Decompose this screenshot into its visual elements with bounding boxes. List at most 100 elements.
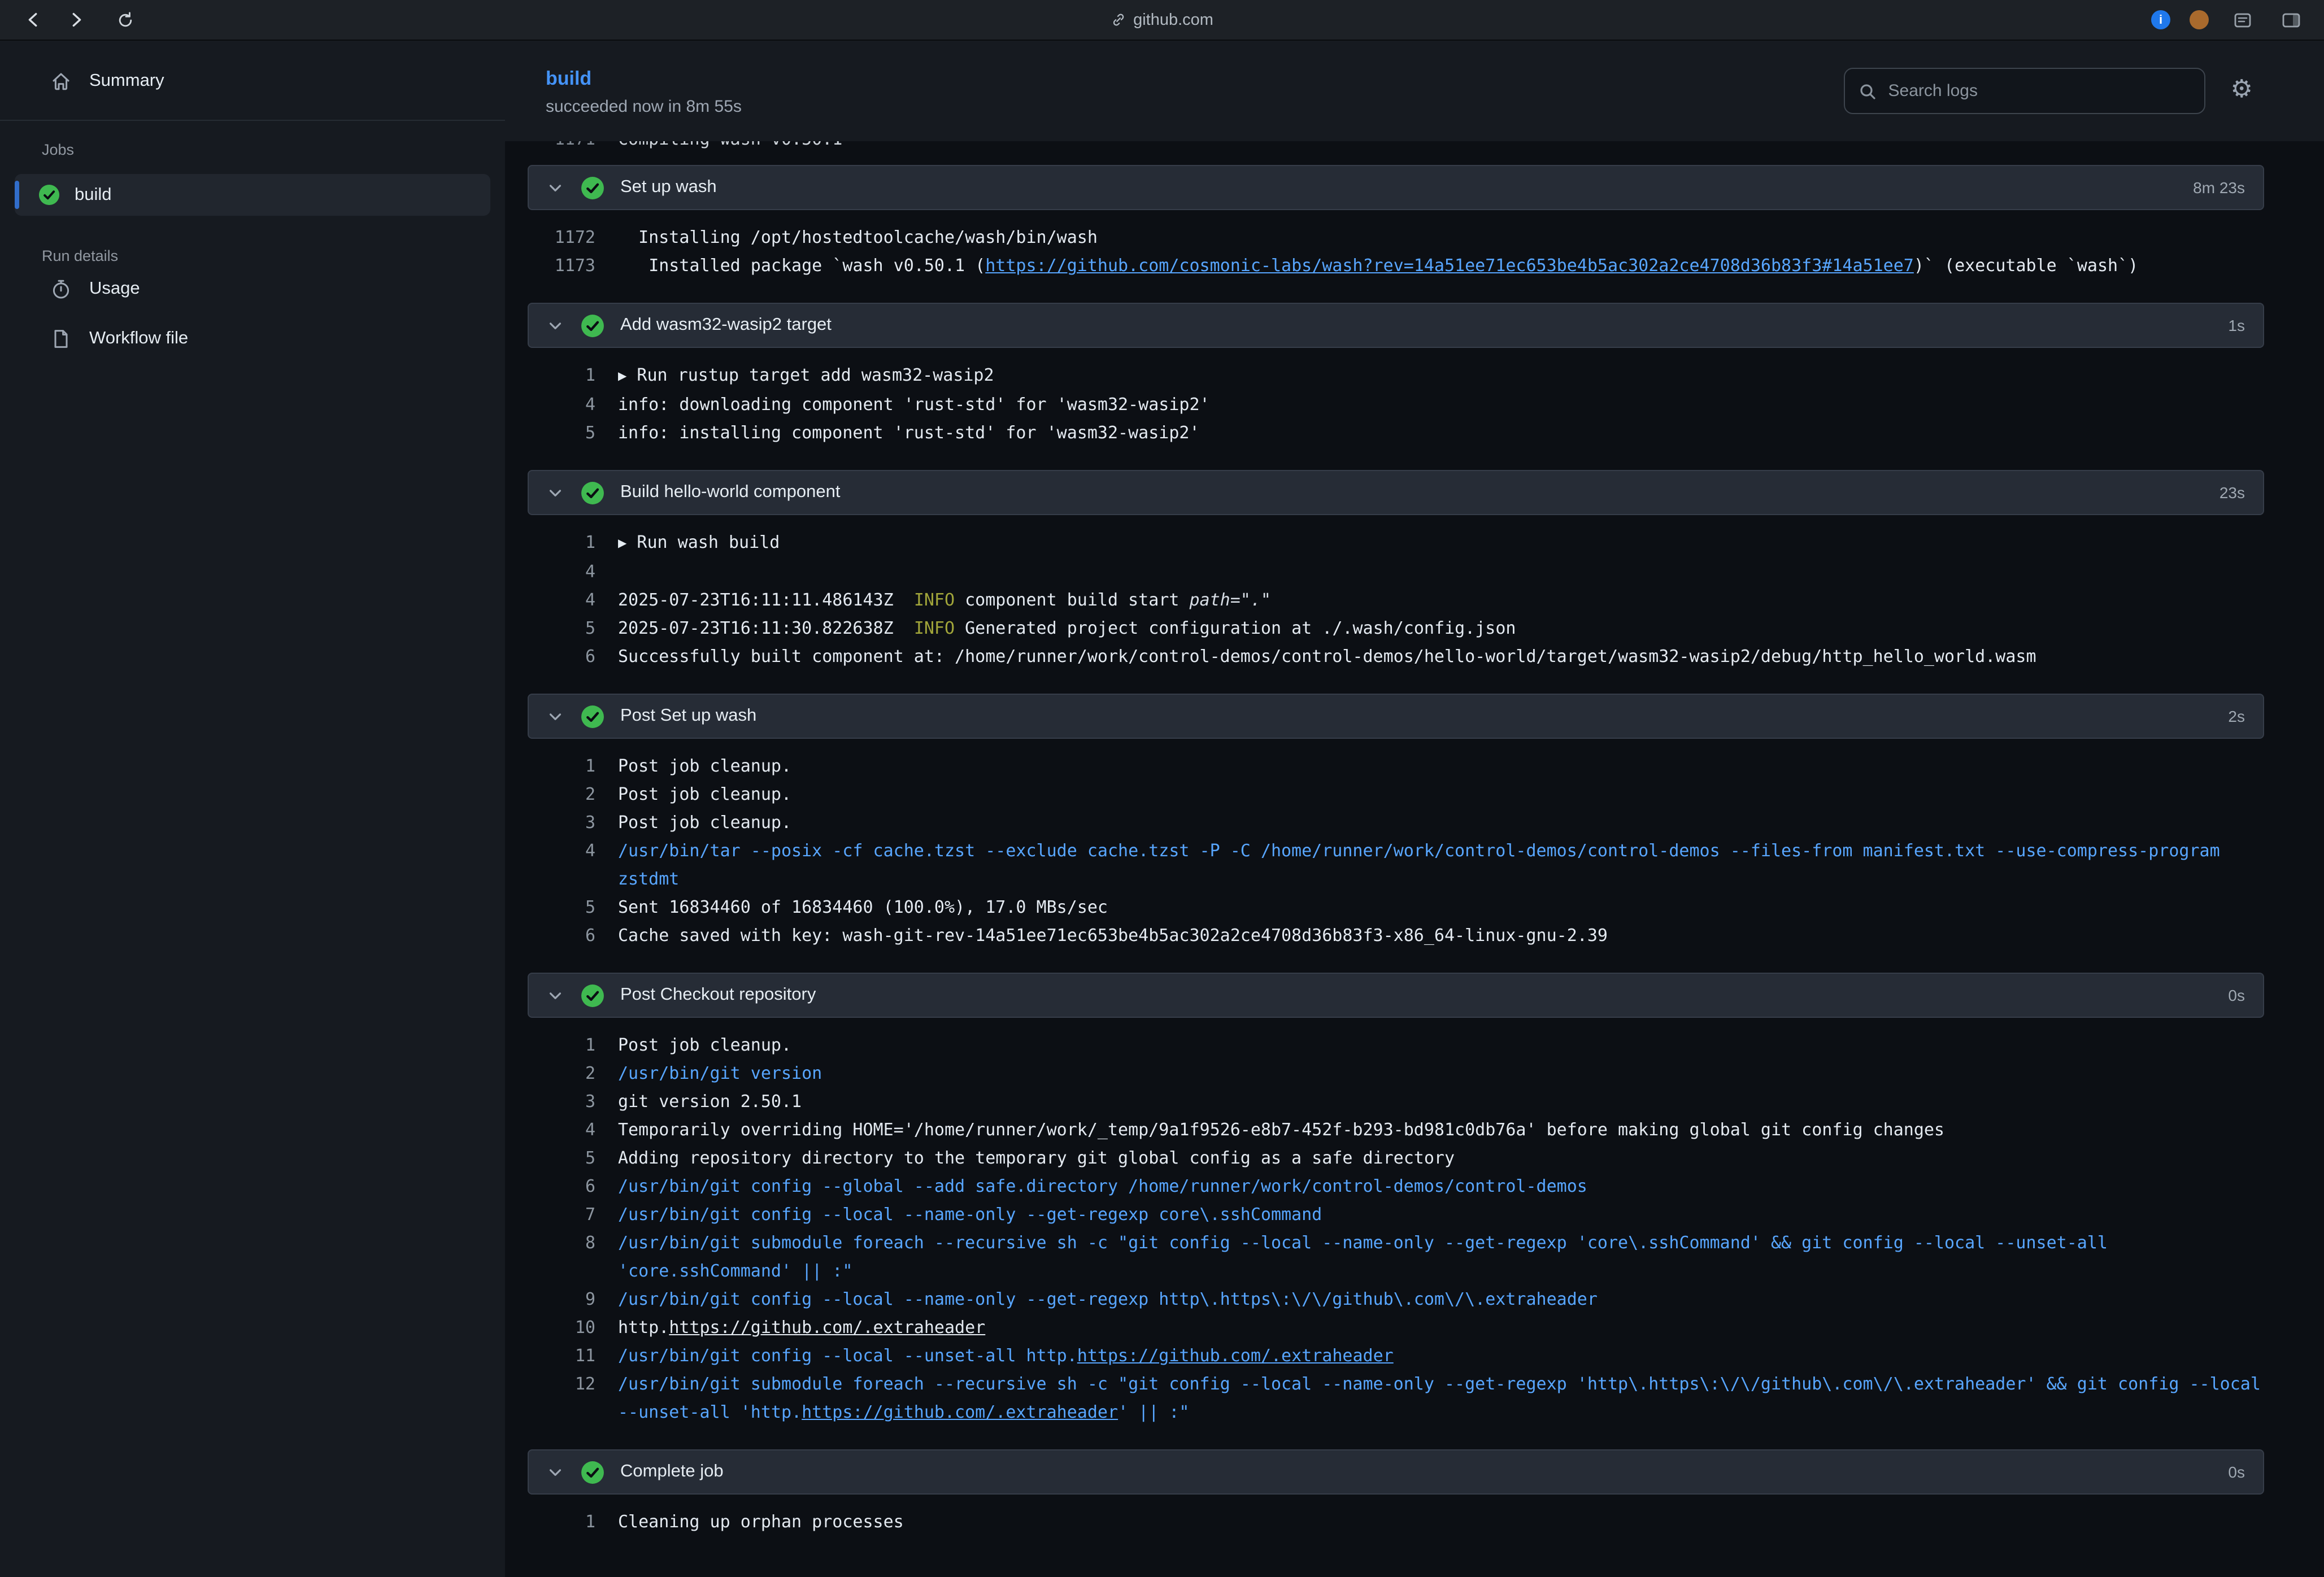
step-header[interactable]: Post Set up wash2s — [528, 694, 2264, 739]
log-text: /usr/bin/git config --local --name-only … — [618, 1204, 1322, 1225]
log-text: Post job cleanup. — [618, 812, 791, 833]
reload-button[interactable] — [111, 5, 140, 34]
line-number[interactable]: 8 — [528, 1229, 595, 1286]
log-line[interactable]: 1173 Installed package `wash v0.50.1 (ht… — [528, 252, 2264, 280]
search-logs-input[interactable] — [1888, 81, 2191, 101]
log-line[interactable]: 5Sent 16834460 of 16834460 (100.0%), 17.… — [528, 894, 2264, 922]
log-line[interactable]: 2Post job cleanup. — [528, 781, 2264, 809]
log-line[interactable]: 12/usr/bin/git submodule foreach --recur… — [528, 1370, 2264, 1427]
line-number[interactable]: 4 — [528, 391, 595, 419]
extension-icon-orange[interactable] — [2190, 10, 2209, 29]
sidebar-item-usage[interactable]: Usage — [0, 264, 505, 314]
line-number[interactable]: 6 — [528, 1173, 595, 1201]
sidebar-item-workflow-file[interactable]: Workflow file — [0, 314, 505, 364]
log-line[interactable]: 42025-07-23T16:11:11.486143Z INFO compon… — [528, 586, 2264, 615]
line-number[interactable]: 12 — [528, 1370, 595, 1427]
log-line[interactable]: 10http.https://github.com/.extraheader — [528, 1314, 2264, 1342]
line-number[interactable]: 10 — [528, 1314, 595, 1342]
log-line[interactable]: 3git version 2.50.1 — [528, 1088, 2264, 1116]
log-line[interactable]: 6Successfully built component at: /home/… — [528, 643, 2264, 671]
log-line[interactable]: 4/usr/bin/tar --posix -cf cache.tzst --e… — [528, 837, 2264, 894]
line-number[interactable]: 4 — [528, 1116, 595, 1144]
log-line[interactable]: 9/usr/bin/git config --local --name-only… — [528, 1286, 2264, 1314]
log-line[interactable]: 2/usr/bin/git version — [528, 1060, 2264, 1088]
checks-sidebar: Summary Jobs build Run details Usage — [0, 41, 505, 1577]
log-line[interactable]: 8/usr/bin/git submodule foreach --recurs… — [528, 1229, 2264, 1286]
sidebar-item-summary[interactable]: Summary — [0, 56, 505, 106]
expand-group-icon[interactable]: ▶ — [618, 371, 626, 383]
log-line[interactable]: 11/usr/bin/git config --local --unset-al… — [528, 1342, 2264, 1370]
line-text: Compiling wash v0.50.1 — [618, 141, 2264, 154]
log-line[interactable]: 1Post job cleanup. — [528, 752, 2264, 781]
job-title-link[interactable]: build — [546, 68, 591, 89]
forward-button[interactable] — [61, 5, 90, 34]
log-line[interactable]: 5Adding repository directory to the temp… — [528, 1144, 2264, 1173]
line-number[interactable]: 4 — [528, 837, 595, 894]
step-title: Build hello-world component — [620, 482, 840, 503]
log-line[interactable]: 1▶Run rustup target add wasm32-wasip2 — [528, 361, 2264, 391]
line-number[interactable]: 1 — [528, 752, 595, 781]
log-link[interactable]: https://github.com/.extraheader — [1077, 1345, 1394, 1366]
line-number[interactable]: 2 — [528, 781, 595, 809]
line-number[interactable]: 3 — [528, 809, 595, 837]
line-number[interactable]: 5 — [528, 894, 595, 922]
log-link[interactable]: https://github.com/.extraheader — [669, 1317, 985, 1338]
reader-view-button[interactable] — [2228, 5, 2257, 34]
line-number[interactable]: 1173 — [528, 252, 595, 280]
run-details-label: Run details — [0, 247, 505, 264]
extension-icon-blue[interactable]: i — [2151, 10, 2170, 29]
line-number[interactable]: 5 — [528, 1144, 595, 1173]
back-button[interactable] — [18, 5, 47, 34]
log-line[interactable]: 1Post job cleanup. — [528, 1031, 2264, 1060]
line-number[interactable]: 1 — [528, 361, 595, 391]
log-line[interactable]: 1171 Compiling wash v0.50.1 — [528, 141, 2264, 154]
log-line[interactable]: 3 Post job cleanup. — [528, 809, 2264, 837]
line-number[interactable]: 5 — [528, 419, 595, 447]
log-line[interactable]: 52025-07-23T16:11:30.822638Z INFO Genera… — [528, 615, 2264, 643]
line-number[interactable]: 2 — [528, 1060, 595, 1088]
log-line[interactable]: 6Cache saved with key: wash-git-rev-14a5… — [528, 922, 2264, 950]
log-line[interactable]: 6/usr/bin/git config --global --add safe… — [528, 1173, 2264, 1201]
line-number[interactable]: 3 — [528, 1088, 595, 1116]
log-line[interactable]: 5info: installing component 'rust-std' f… — [528, 419, 2264, 447]
log-line[interactable]: 4info: downloading component 'rust-std' … — [528, 391, 2264, 419]
log-line[interactable]: 1Cleaning up orphan processes — [528, 1508, 2264, 1536]
log-line[interactable]: 7/usr/bin/git config --local --name-only… — [528, 1201, 2264, 1229]
search-logs-box[interactable] — [1844, 68, 2206, 114]
line-text: Installed package `wash v0.50.1 (https:/… — [618, 252, 2264, 280]
step-header[interactable]: Set up wash8m 23s — [528, 165, 2264, 210]
job-label: build — [75, 185, 112, 205]
step-header[interactable]: Complete job0s — [528, 1449, 2264, 1495]
log-link[interactable]: https://github.com/.extraheader — [802, 1402, 1118, 1422]
log-viewer[interactable]: 1171Compiling wash v0.50.1Set up wash8m … — [505, 141, 2324, 1577]
sidebar-job-build[interactable]: build — [15, 174, 490, 216]
step-header[interactable]: Post Checkout repository0s — [528, 973, 2264, 1018]
line-number[interactable]: 5 — [528, 615, 595, 643]
line-number[interactable]: 1172 — [528, 224, 595, 252]
log-text: )` (executable `wash`) — [1914, 255, 2138, 276]
line-number[interactable]: 7 — [528, 1201, 595, 1229]
line-number[interactable]: 4 — [528, 586, 595, 615]
line-number[interactable]: 6 — [528, 643, 595, 671]
success-check-icon — [581, 481, 604, 504]
line-number[interactable]: 1171 — [528, 141, 595, 154]
line-text — [618, 558, 2264, 586]
log-link[interactable]: https://github.com/cosmonic-labs/wash?re… — [985, 255, 1914, 276]
log-line[interactable]: 4 — [528, 558, 2264, 586]
log-line[interactable]: 1172 Installing /opt/hostedtoolcache/was… — [528, 224, 2264, 252]
line-number[interactable]: 4 — [528, 558, 595, 586]
log-line[interactable]: 1▶Run wash build — [528, 529, 2264, 558]
log-settings-button[interactable]: ⚙ — [2231, 77, 2253, 102]
line-number[interactable]: 1 — [528, 529, 595, 558]
step-header[interactable]: Build hello-world component23s — [528, 470, 2264, 515]
line-number[interactable]: 1 — [528, 1031, 595, 1060]
address-bar[interactable]: github.com — [1111, 0, 1213, 40]
sidebar-toggle-button[interactable] — [2277, 5, 2306, 34]
log-line[interactable]: 4Temporarily overriding HOME='/home/runn… — [528, 1116, 2264, 1144]
line-number[interactable]: 9 — [528, 1286, 595, 1314]
expand-group-icon[interactable]: ▶ — [618, 538, 626, 550]
line-number[interactable]: 11 — [528, 1342, 595, 1370]
line-number[interactable]: 1 — [528, 1508, 595, 1536]
step-header[interactable]: Add wasm32-wasip2 target1s — [528, 303, 2264, 348]
line-number[interactable]: 6 — [528, 922, 595, 950]
